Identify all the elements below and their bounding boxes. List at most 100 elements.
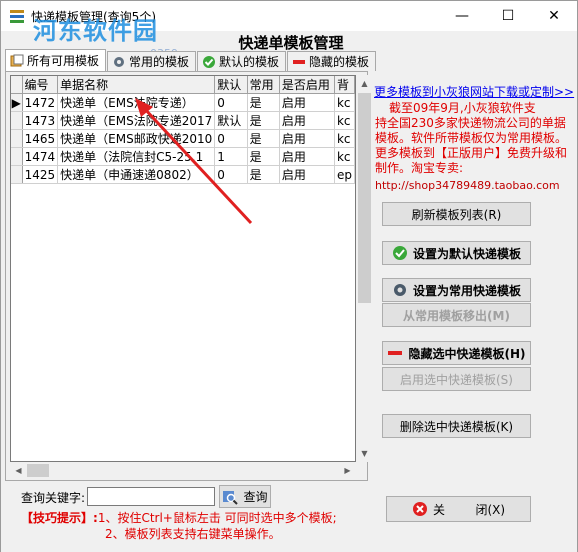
search-label: 查询关键字: (21, 491, 86, 505)
delete-selected-button[interactable]: 删除选中快递模板(K) (382, 414, 531, 438)
maximize-button[interactable]: ☐ (485, 1, 531, 31)
cell-name[interactable]: 快递单（法院信封C5-25.1 (57, 147, 216, 166)
cell-common[interactable]: 是 (247, 147, 280, 166)
tab-pane: 编号 单据名称 默认 常用 是否启用 背 ▶ 1472 快递单（EMS法院专递）… (5, 71, 373, 481)
cell-id[interactable]: 1474 (22, 147, 59, 166)
column-header-enabled[interactable]: 是否启用 (279, 76, 335, 94)
scroll-right-icon[interactable]: ▶ (339, 462, 356, 479)
red-bar-icon (387, 345, 403, 361)
minimize-button[interactable]: — (439, 1, 485, 31)
horizontal-scrollbar[interactable]: ◀ ▶ (10, 462, 356, 479)
table-row[interactable]: 1473 快递单（EMS法院专递2017 默认 是 启用 kc (11, 111, 355, 130)
vertical-scroll-thumb[interactable] (358, 93, 371, 303)
set-common-button[interactable]: 设置为常用快递模板 (382, 278, 531, 302)
scroll-left-icon[interactable]: ◀ (10, 462, 27, 479)
tab-default-templates[interactable]: 默认的模板 (197, 51, 287, 71)
close-button[interactable]: 关 闭(X) (386, 496, 531, 522)
cell-id[interactable]: 1425 (22, 165, 59, 184)
table-row[interactable]: 1474 快递单（法院信封C5-25.1 1 是 启用 kc (11, 147, 355, 166)
description-rest: 持全国230多家快递物流公司的单据模板。软件所带模板仅为常用模板。更多模板到【正… (375, 116, 568, 175)
scroll-down-icon[interactable]: ▼ (356, 445, 373, 462)
tip-line-1: 【技巧提示】:1、按住Ctrl+鼠标左击 可同时选中多个模板; (21, 509, 337, 526)
cell-id[interactable]: 1473 (22, 111, 59, 130)
cell-enabled[interactable]: 启用 (279, 93, 335, 112)
cell-bg[interactable]: kc (334, 93, 355, 112)
column-header-default[interactable]: 默认 (214, 76, 248, 94)
check-icon (392, 245, 408, 261)
more-templates-link[interactable]: 更多模板到小灰狼网站下载或定制>> (374, 83, 574, 100)
search-button[interactable]: 查询 (219, 485, 271, 508)
row-indicator (11, 147, 23, 166)
cell-enabled[interactable]: 启用 (279, 165, 335, 184)
cell-bg[interactable]: ep (334, 165, 355, 184)
cell-bg[interactable]: kc (334, 111, 355, 130)
column-header-common[interactable]: 常用 (247, 76, 280, 94)
cell-enabled[interactable]: 启用 (279, 111, 335, 130)
description-text: 截至09年9月,小灰狼软件支 持全国230多家快递物流公司的单据模板。软件所带模… (375, 101, 570, 176)
column-header-id[interactable]: 编号 (22, 76, 59, 94)
cell-id[interactable]: 1472 (22, 93, 59, 112)
tip-prefix: 【技巧提示】: (21, 511, 98, 525)
cell-name[interactable]: 快递单（EMS法院专递） (57, 93, 216, 112)
tab-hidden-templates[interactable]: 隐藏的模板 (287, 51, 377, 71)
cell-default[interactable]: 0 (214, 165, 248, 184)
watermark-logo: 河东软件园 (33, 11, 158, 46)
table-row[interactable]: 1465 快递单（EMS邮政快递2010 0 是 启用 kc (11, 129, 355, 148)
shop-url-link[interactable]: http://shop34789489.taobao.com (375, 179, 560, 192)
close-window-button[interactable]: ✕ (531, 1, 577, 31)
tab-strip: 所有可用模板 常用的模板 默认的模板 隐藏的模板 (5, 49, 377, 71)
cell-name[interactable]: 快递单（EMS法院专递2017 (57, 111, 216, 130)
tab-label: 隐藏的模板 (309, 55, 370, 69)
tab-common-templates[interactable]: 常用的模板 (107, 51, 197, 71)
gear-icon (112, 55, 126, 69)
template-grid[interactable]: 编号 单据名称 默认 常用 是否启用 背 ▶ 1472 快递单（EMS法院专递）… (10, 75, 356, 462)
table-row[interactable]: 1425 快递单（申通速递0802） 0 是 启用 ep (11, 165, 355, 184)
cell-common[interactable]: 是 (247, 111, 280, 130)
cell-enabled[interactable]: 启用 (279, 129, 335, 148)
cell-default[interactable]: 0 (214, 93, 248, 112)
cell-enabled[interactable]: 启用 (279, 147, 335, 166)
cell-name[interactable]: 快递单（EMS邮政快递2010 (57, 129, 216, 148)
scroll-up-icon[interactable]: ▲ (356, 75, 373, 92)
cell-default[interactable]: 1 (214, 147, 248, 166)
red-bar-icon (292, 55, 306, 69)
table-row[interactable]: ▶ 1472 快递单（EMS法院专递） 0 是 启用 kc (11, 93, 355, 112)
vertical-scrollbar[interactable]: ▲ ▼ (356, 75, 373, 462)
column-header-bg[interactable]: 背 (334, 76, 355, 94)
cell-default[interactable]: 0 (214, 129, 248, 148)
hide-selected-button[interactable]: 隐藏选中快递模板(H) (382, 341, 531, 365)
template-manager-window: 快递模板管理(查询5个) — ☐ ✕ 河东软件园 pc0359 快递单模板管理 … (0, 0, 578, 552)
refresh-list-button[interactable]: 刷新模板列表(R) (382, 202, 531, 226)
status-bar (1, 546, 577, 552)
horizontal-scroll-thumb[interactable] (27, 464, 49, 477)
description-line-1: 截至09年9月,小灰狼软件支 (389, 101, 536, 115)
cell-name[interactable]: 快递单（申通速递0802） (57, 165, 216, 184)
button-label: 从常用模板移出(M) (403, 308, 510, 323)
table-header-row: 编号 单据名称 默认 常用 是否启用 背 (11, 76, 355, 94)
app-icon (9, 8, 25, 24)
check-icon (202, 55, 216, 69)
cell-common[interactable]: 是 (247, 165, 280, 184)
template-table: 编号 单据名称 默认 常用 是否启用 背 ▶ 1472 快递单（EMS法院专递）… (11, 76, 355, 184)
button-label: 刷新模板列表(R) (411, 207, 502, 222)
cell-bg[interactable]: kc (334, 147, 355, 166)
set-default-button[interactable]: 设置为默认快递模板 (382, 241, 531, 265)
cell-common[interactable]: 是 (247, 93, 280, 112)
cell-default[interactable]: 默认 (214, 111, 248, 130)
cell-id[interactable]: 1465 (22, 129, 59, 148)
watermark-text: 河东软件园 (33, 17, 158, 45)
cell-bg[interactable]: kc (334, 129, 355, 148)
search-input[interactable] (87, 487, 215, 506)
cell-common[interactable]: 是 (247, 129, 280, 148)
row-indicator: ▶ (11, 93, 23, 112)
search-icon (222, 489, 239, 505)
gear-icon (392, 282, 408, 298)
enable-selected-button[interactable]: 启用选中快递模板(S) (382, 367, 531, 391)
button-label: 删除选中快递模板(K) (399, 419, 514, 434)
remove-common-button[interactable]: 从常用模板移出(M) (382, 303, 531, 327)
tip-text-1: 1、按住Ctrl+鼠标左击 可同时选中多个模板; (97, 511, 337, 525)
tab-all-templates[interactable]: 所有可用模板 (5, 49, 107, 71)
button-label: 关 闭(X) (432, 502, 506, 517)
column-header-name[interactable]: 单据名称 (57, 76, 216, 94)
button-label: 设置为常用快递模板 (412, 283, 521, 298)
